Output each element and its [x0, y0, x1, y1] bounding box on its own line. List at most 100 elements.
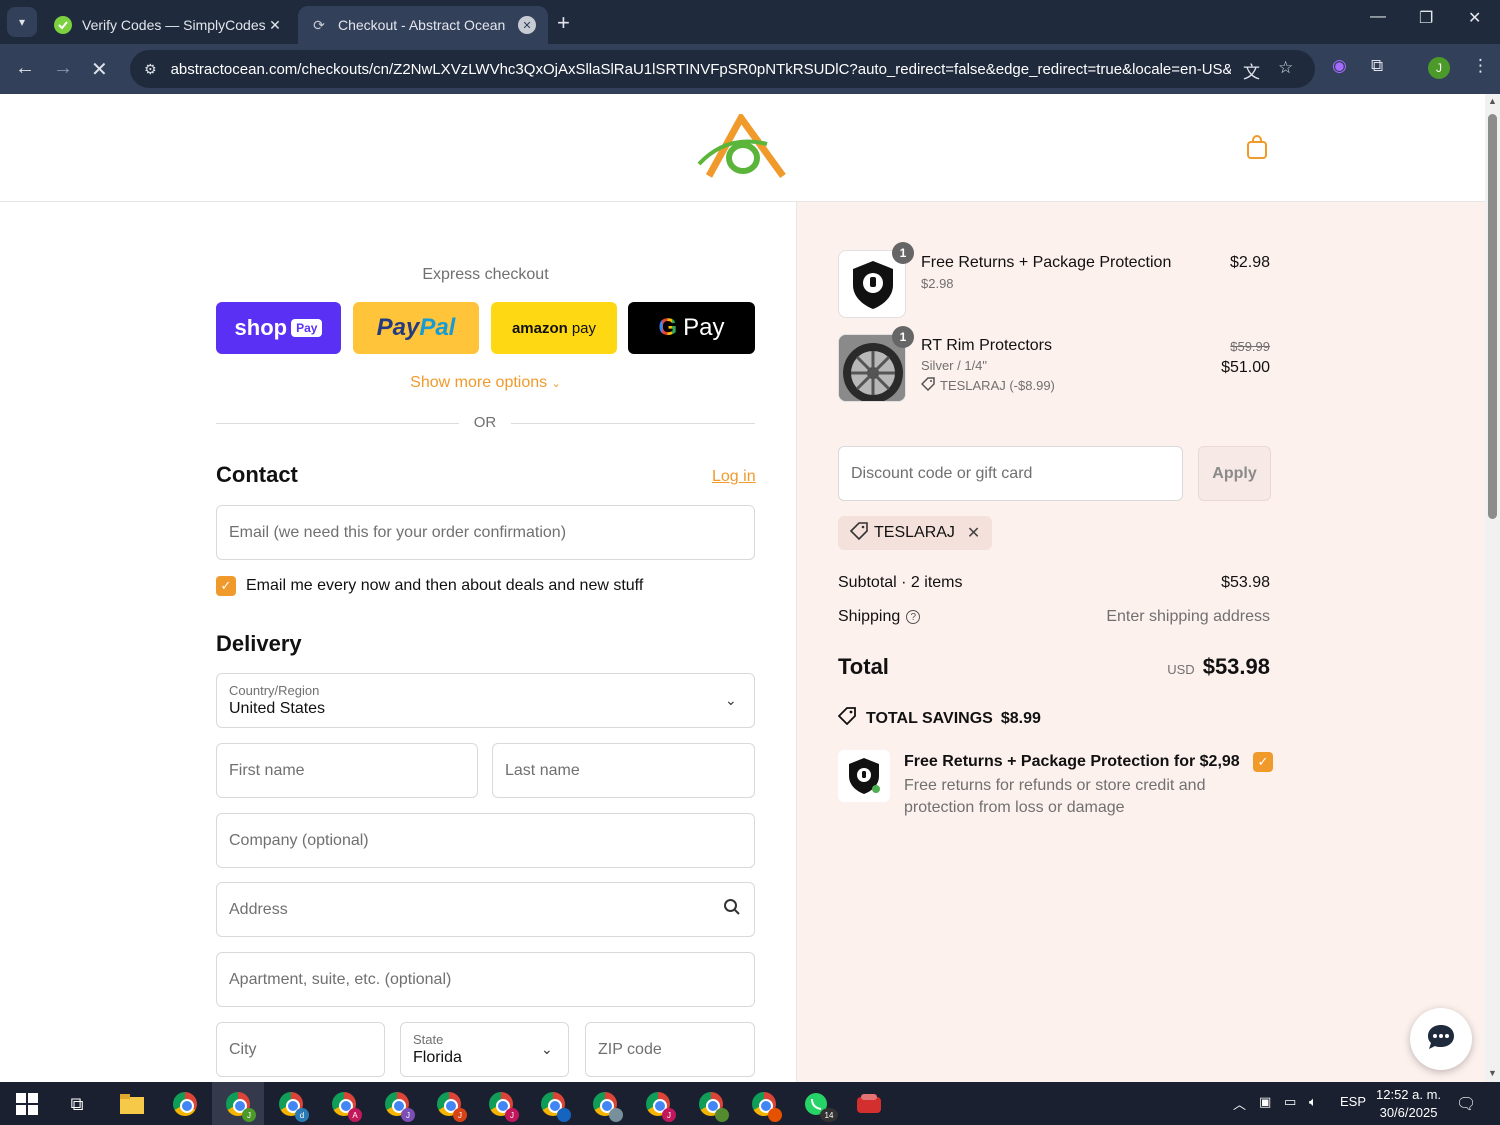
- savings-value: $8.99: [1000, 709, 1041, 727]
- scrollbar-thumb[interactable]: [1488, 114, 1497, 519]
- bookmark-star-icon[interactable]: ☆: [1278, 58, 1293, 78]
- zip-placeholder: ZIP code: [598, 1041, 662, 1058]
- network-icon[interactable]: ▭: [1284, 1094, 1296, 1110]
- protection-description: Free returns for refunds or store credit…: [904, 777, 1206, 816]
- state-select[interactable]: State Florida ⌄: [400, 1022, 569, 1077]
- country-select[interactable]: Country/Region United States ⌄: [216, 673, 755, 728]
- abstract-ocean-logo[interactable]: [697, 111, 787, 185]
- page-scrollbar[interactable]: ▲ ▼: [1485, 94, 1500, 1082]
- task-view-icon[interactable]: ⧉: [63, 1090, 91, 1118]
- chrome-profile-icon[interactable]: [591, 1090, 623, 1122]
- language-indicator[interactable]: ESP: [1340, 1094, 1366, 1109]
- help-icon[interactable]: ?: [906, 610, 921, 624]
- paypal-button[interactable]: Pay Pal: [353, 302, 479, 354]
- more-menu-icon[interactable]: ⋮: [1472, 56, 1489, 76]
- close-window-icon[interactable]: ✕: [1468, 8, 1481, 28]
- apply-button[interactable]: Apply: [1198, 446, 1271, 501]
- chrome-profile-icon[interactable]: [697, 1090, 729, 1122]
- address-field[interactable]: Address: [216, 882, 755, 937]
- delivery-heading: Delivery: [216, 631, 302, 656]
- newsletter-checkbox[interactable]: ✓: [216, 576, 236, 596]
- paypal-logo-pal: Pal: [419, 314, 456, 341]
- chat-button[interactable]: [1410, 1008, 1472, 1070]
- file-explorer-icon[interactable]: [118, 1090, 146, 1118]
- remove-discount-icon[interactable]: ✕: [967, 523, 980, 543]
- country-label: Country/Region: [229, 683, 320, 698]
- zip-field[interactable]: ZIP code: [585, 1022, 755, 1077]
- discount-code-input[interactable]: Discount code or gift card: [838, 446, 1183, 501]
- total-value-wrap: USD $53.98: [1167, 654, 1270, 680]
- address-bar[interactable]: ⚙ abstractocean.com/checkouts/cn/Z2NwLXV…: [130, 50, 1315, 88]
- chevron-up-icon[interactable]: ︿: [1233, 1094, 1246, 1113]
- scroll-up-icon[interactable]: ▲: [1488, 96, 1497, 106]
- store-header: [0, 94, 1485, 202]
- chrome-profile-icon[interactable]: J: [435, 1090, 467, 1122]
- item-discount: TESLARAJ (-$8.99): [920, 377, 1055, 394]
- city-field[interactable]: City: [216, 1022, 385, 1077]
- email-field[interactable]: Email (we need this for your order confi…: [216, 505, 755, 560]
- chrome-profile-icon[interactable]: A: [330, 1090, 362, 1122]
- shop-pay-button[interactable]: shop Pay: [216, 302, 341, 354]
- chevron-down-icon: ▾: [18, 15, 26, 29]
- chrome-profile-icon[interactable]: [539, 1090, 571, 1122]
- profile-avatar[interactable]: J: [1428, 57, 1450, 79]
- state-label: State: [413, 1032, 444, 1047]
- shipping-value: Enter shipping address: [1106, 608, 1270, 625]
- first-name-placeholder: First name: [229, 762, 305, 779]
- cart-bag-icon[interactable]: [1245, 134, 1269, 165]
- chrome-profile-icon[interactable]: J: [644, 1090, 676, 1122]
- total-label: Total: [838, 654, 889, 679]
- clock-date: 30/6/2025: [1379, 1105, 1438, 1120]
- chrome-profile-icon[interactable]: J: [383, 1090, 415, 1122]
- protection-shield-icon: [838, 750, 890, 802]
- restore-icon[interactable]: ❐: [1419, 8, 1433, 28]
- notifications-icon[interactable]: 🗨︎: [1456, 1094, 1476, 1114]
- tab-simplycodes[interactable]: Verify Codes — SimplyCodes ✕: [42, 6, 296, 44]
- chrome-profile-icon[interactable]: J: [224, 1090, 256, 1122]
- system-clock[interactable]: 12:52 a. m. 30/6/2025: [1376, 1086, 1441, 1122]
- show-more-label: Show more options: [410, 374, 548, 391]
- paypal-logo-pay: Pay: [376, 314, 420, 341]
- protection-checkbox[interactable]: ✓: [1253, 752, 1273, 772]
- forward-icon[interactable]: →: [53, 57, 73, 80]
- app-icon[interactable]: [855, 1090, 883, 1118]
- close-tab-icon[interactable]: ✕: [266, 16, 284, 34]
- chrome-icon[interactable]: [171, 1090, 199, 1118]
- stop-loading-icon[interactable]: ✕: [91, 57, 108, 82]
- login-link[interactable]: Log in: [712, 468, 756, 486]
- item-price: $51.00: [1221, 359, 1270, 376]
- meet-icon[interactable]: ▣: [1259, 1094, 1271, 1110]
- address-placeholder: Address: [229, 901, 288, 918]
- profile-badge: [715, 1108, 729, 1122]
- translate-icon[interactable]: 文: [1243, 58, 1260, 83]
- tab-checkout[interactable]: ⟳ Checkout - Abstract Ocean ✕: [298, 6, 548, 44]
- site-info-icon[interactable]: ⚙: [144, 61, 157, 78]
- volume-icon[interactable]: 🔈︎: [1309, 1094, 1317, 1110]
- google-pay-button[interactable]: G Pay: [628, 302, 755, 354]
- divider: [511, 423, 755, 424]
- last-name-field[interactable]: Last name: [492, 743, 755, 798]
- newsletter-label: Email me every now and then about deals …: [246, 577, 644, 594]
- chrome-profile-icon[interactable]: J: [487, 1090, 519, 1122]
- amazon-pay-button[interactable]: amazon pay: [491, 302, 617, 354]
- scroll-down-icon[interactable]: ▼: [1488, 1068, 1497, 1078]
- tab-search-button[interactable]: ▾: [7, 7, 37, 37]
- profile-badge: [557, 1108, 571, 1122]
- minimize-icon[interactable]: —: [1370, 8, 1386, 26]
- whatsapp-icon[interactable]: 14: [802, 1090, 838, 1122]
- chrome-profile-icon[interactable]: d: [277, 1090, 309, 1122]
- extension-icon[interactable]: ◉: [1332, 56, 1347, 76]
- chrome-profile-icon[interactable]: [750, 1090, 782, 1122]
- extensions-puzzle-icon[interactable]: ⧉: [1371, 56, 1383, 76]
- close-tab-icon[interactable]: ✕: [518, 16, 536, 34]
- show-more-options-link[interactable]: Show more options ⌄: [216, 374, 755, 392]
- discount-code-text: TESLARAJ (-$8.99): [940, 378, 1055, 393]
- company-field[interactable]: Company (optional): [216, 813, 755, 868]
- windows-start-icon[interactable]: [13, 1090, 41, 1118]
- profile-badge: J: [662, 1108, 676, 1122]
- profile-badge: J: [453, 1108, 467, 1122]
- apartment-field[interactable]: Apartment, suite, etc. (optional): [216, 952, 755, 1007]
- new-tab-icon[interactable]: +: [557, 10, 570, 36]
- back-icon[interactable]: ←: [15, 57, 35, 80]
- first-name-field[interactable]: First name: [216, 743, 478, 798]
